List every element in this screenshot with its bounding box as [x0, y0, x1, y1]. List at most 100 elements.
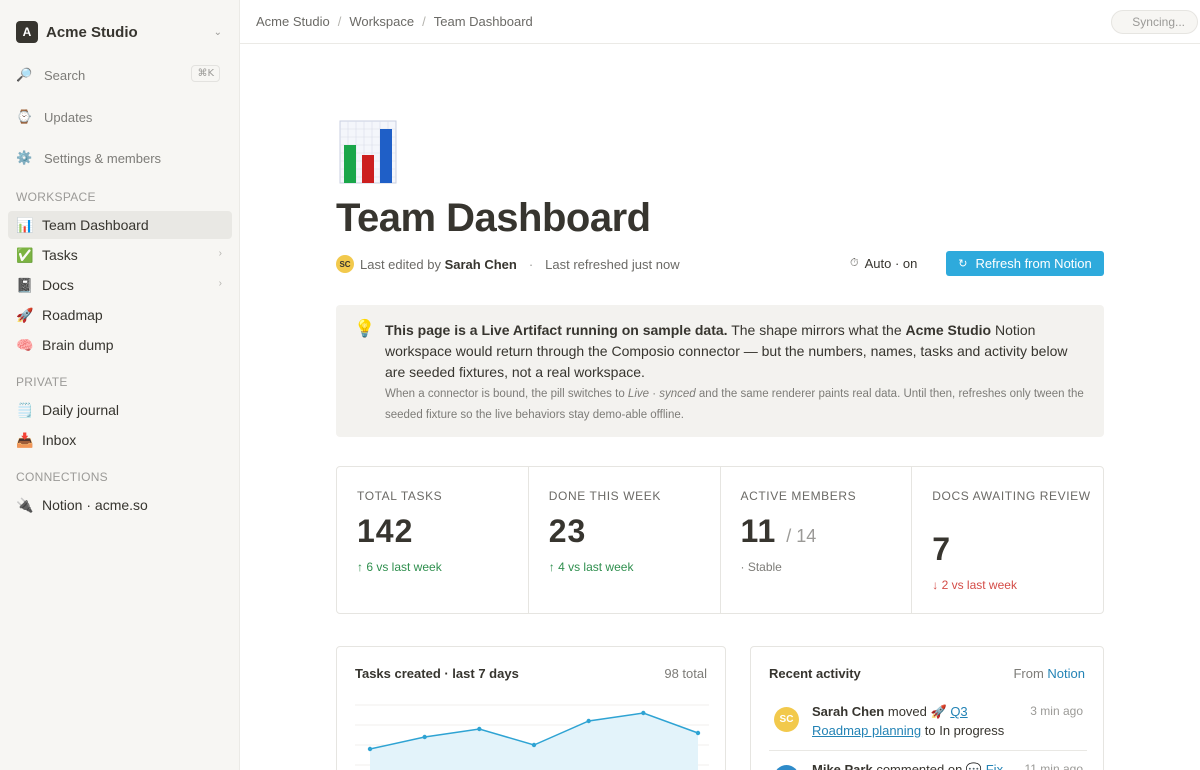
stat-label: DOCS AWAITING REVIEW — [932, 489, 1091, 503]
stat-label: TOTAL TASKS — [357, 489, 443, 503]
chart-point — [695, 730, 701, 736]
stat-value: 11 / 14 — [741, 513, 817, 550]
avatar: MP — [774, 765, 799, 770]
activity-suffix: to In progress — [921, 723, 1005, 738]
callout-text: This page is a Live Artifact running on … — [385, 320, 1075, 383]
sidebar-item-roadmap[interactable]: 🚀 Roadmap — [8, 301, 232, 329]
breadcrumb-page[interactable]: Team Dashboard — [434, 14, 533, 29]
refresh-from-notion-button[interactable]: ↻ Refresh from Notion — [946, 251, 1104, 276]
rocket-icon: 🚀 — [16, 306, 34, 323]
activity-text: Mike Park commented on 💬 Fix — [812, 760, 1022, 770]
sidebar-item-docs[interactable]: 📓 Docs › — [8, 271, 232, 299]
callout-text-part: The shape mirrors what the — [727, 322, 906, 338]
sidebar: A Acme Studio ⌄ 🔎 Search ⌘K ⌚ Updates ⚙️… — [0, 0, 240, 770]
auto-refresh-label: Auto · on — [864, 256, 918, 271]
sync-status-pill: Syncing... — [1111, 10, 1198, 34]
page-title: Team Dashboard — [336, 196, 651, 240]
chart-point — [586, 718, 591, 724]
chart-point — [422, 734, 427, 740]
watch-icon: ⌚ — [16, 109, 33, 124]
stat-value: 23 — [548, 513, 587, 549]
rocket-icon: 🚀 — [930, 704, 947, 719]
activity-verb: moved — [884, 704, 931, 719]
chart-point — [641, 710, 646, 716]
brain-icon: 🧠 — [16, 336, 34, 353]
meta-separator: · — [528, 256, 534, 272]
breadcrumb: Acme Studio / Workspace / Team Dashboard — [256, 14, 533, 29]
chevron-right-icon[interactable]: › — [219, 248, 222, 259]
activity-source-prefix: From — [1013, 666, 1044, 681]
stat-value-number: 11 — [740, 513, 777, 549]
activity-source: From Notion — [1013, 666, 1085, 681]
callout-subtext-part: When a connector is bound, the pill swit… — [385, 388, 628, 400]
private-section-heading: PRIVATE — [16, 375, 68, 389]
callout-bold-intro: This page is a Live Artifact running on … — [385, 322, 728, 338]
sidebar-item-label: Daily journal — [42, 402, 120, 418]
activity-target-link[interactable]: Fix — [986, 762, 1003, 770]
sidebar-item-inbox[interactable]: 📥 Inbox — [8, 426, 232, 454]
settings-nav[interactable]: ⚙️ Settings & members — [8, 144, 232, 172]
chart-point — [531, 742, 537, 748]
plug-icon: 🔌 — [16, 496, 34, 513]
connections-section-heading: CONNECTIONS — [16, 470, 108, 484]
info-callout: 💡 This page is a Live Artifact running o… — [336, 305, 1104, 437]
breadcrumb-workspace[interactable]: Acme Studio — [256, 14, 330, 29]
page-meta: SC Last edited by Sarah Chen · Last refr… — [336, 255, 680, 273]
notepad-icon: 🗒️ — [16, 401, 34, 418]
settings-label: Settings & members — [44, 150, 162, 166]
avatar: SC — [336, 255, 354, 273]
workspace-section-heading: WORKSPACE — [16, 190, 96, 204]
activity-text: Sarah Chen moved 🚀 Q3 Roadmap planning t… — [812, 702, 1022, 740]
recent-activity-card: Recent activity From Notion SC Sarah Che… — [750, 646, 1104, 770]
updates-nav[interactable]: ⌚ Updates — [8, 103, 232, 131]
notion-link[interactable]: Notion — [1047, 666, 1085, 681]
stat-done-this-week: DONE THIS WEEK 23 ↑ 4 vs last week — [529, 467, 721, 613]
topbar: Acme Studio / Workspace / Team Dashboard… — [240, 0, 1200, 44]
stats-row: TOTAL TASKS 142 ↑ 6 vs last week DONE TH… — [336, 466, 1104, 614]
sidebar-item-label: Notion · acme.so — [42, 497, 148, 513]
notebook-icon: 📓 — [16, 276, 34, 293]
stat-value-total: / 14 — [786, 526, 817, 546]
callout-subtext: When a connector is bound, the pill swit… — [385, 384, 1093, 426]
breadcrumb-section[interactable]: Workspace — [349, 14, 414, 29]
workspace-switcher[interactable]: A Acme Studio ⌄ — [8, 14, 232, 50]
callout-synced-term: synced — [659, 388, 696, 400]
workspace-name: Acme Studio — [46, 23, 138, 41]
avatar: SC — [774, 707, 799, 732]
workspace-avatar: A — [16, 21, 38, 43]
last-refreshed: Last refreshed just now — [545, 256, 680, 272]
stat-active-members: ACTIVE MEMBERS 11 / 14 · Stable — [721, 467, 913, 613]
stat-docs-awaiting-review: DOCS AWAITING REVIEW 7 ↓ 2 vs last week — [912, 467, 1103, 613]
last-edited-prefix: Last edited by — [360, 256, 441, 272]
stat-delta: · Stable — [740, 560, 782, 574]
chart-area-fill — [370, 713, 698, 770]
sidebar-item-notion-connection[interactable]: 🔌 Notion · acme.so — [8, 491, 232, 519]
activity-verb: commented on — [872, 762, 966, 770]
auto-refresh-toggle[interactable]: ⏱ Auto · on — [850, 256, 917, 271]
chart-point — [367, 746, 373, 752]
callout-workspace-name: Acme Studio — [905, 322, 992, 338]
stat-delta: ↑ 6 vs last week — [357, 560, 442, 574]
sidebar-item-label: Inbox — [42, 432, 77, 448]
sidebar-item-label: Team Dashboard — [42, 217, 149, 233]
chevron-down-icon: ⌄ — [213, 27, 222, 38]
callout-live-term: Live — [627, 388, 650, 400]
sidebar-item-tasks[interactable]: ✅ Tasks › — [8, 241, 232, 269]
stat-label: DONE THIS WEEK — [548, 489, 661, 503]
sidebar-item-brain-dump[interactable]: 🧠 Brain dump — [8, 331, 232, 359]
speech-bubble-icon: 💬 — [965, 762, 983, 770]
search-nav[interactable]: 🔎 Search ⌘K — [8, 61, 232, 89]
search-label: Search — [44, 67, 86, 83]
sidebar-item-label: Roadmap — [42, 307, 103, 323]
chevron-right-icon[interactable]: › — [219, 278, 222, 289]
breadcrumb-separator: / — [422, 14, 426, 29]
stat-label: ACTIVE MEMBERS — [740, 489, 857, 503]
bar-chart-icon: 📊 — [16, 216, 34, 233]
sidebar-item-team-dashboard[interactable]: 📊 Team Dashboard — [8, 211, 232, 239]
search-icon: 🔎 — [16, 67, 33, 82]
callout-subtext-part: · — [649, 388, 660, 400]
sidebar-item-daily-journal[interactable]: 🗒️ Daily journal — [8, 396, 232, 424]
sidebar-item-label: Brain dump — [42, 337, 114, 353]
sidebar-item-label: Docs — [42, 277, 74, 293]
stat-delta: ↑ 4 vs last week — [548, 560, 634, 574]
